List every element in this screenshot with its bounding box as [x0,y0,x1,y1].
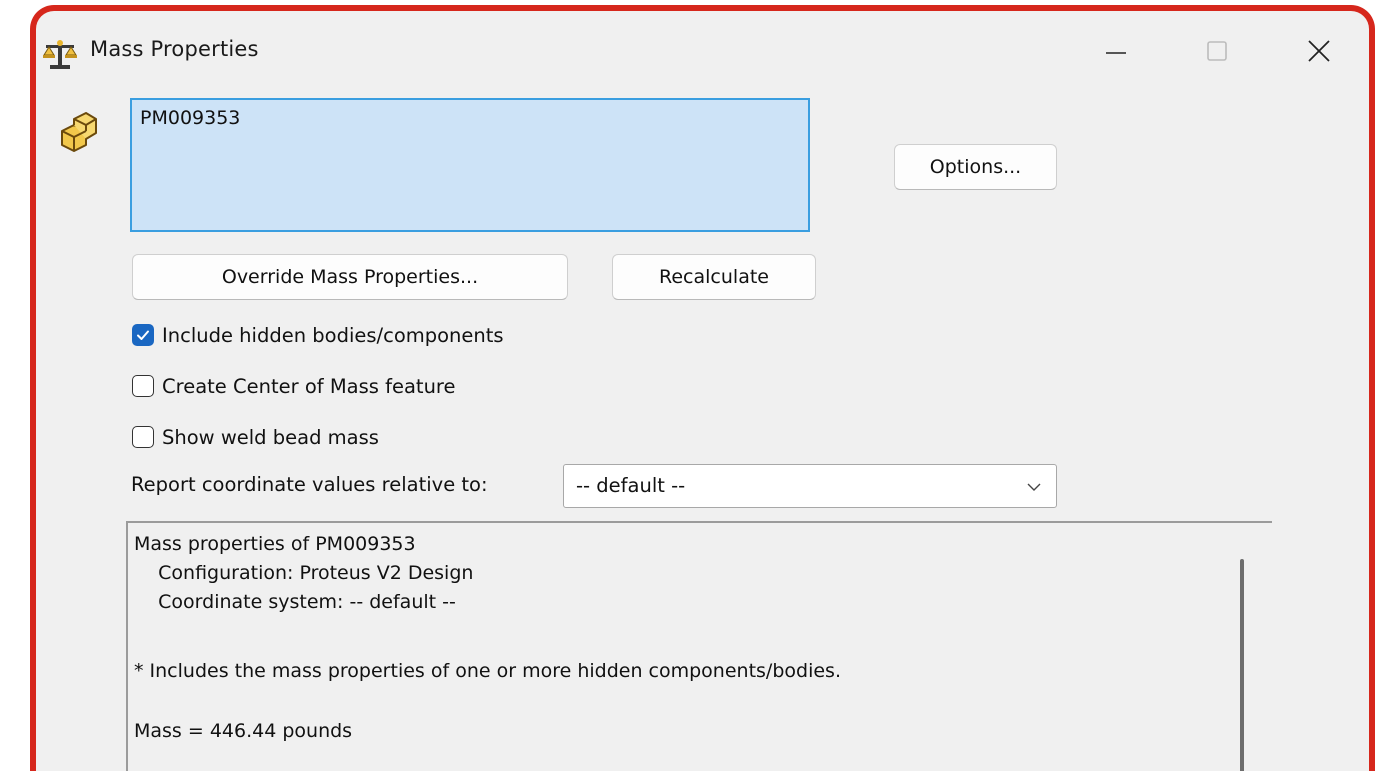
results-line: Mass = 446.44 pounds [134,720,353,742]
center-of-mass-label: Create Center of Mass feature [162,374,456,398]
close-icon [1308,40,1330,62]
results-line: * Includes the mass properties of one or… [134,660,841,682]
scale-icon [42,37,78,73]
center-of-mass-checkbox[interactable] [132,375,154,397]
mass-properties-dialog: Mass Properties PM009353 Options... Over… [30,5,1375,771]
minimize-button[interactable] [1088,29,1144,73]
coordinate-system-dropdown[interactable]: -- default -- [563,464,1057,508]
selected-items-box[interactable]: PM009353 [130,98,810,232]
mass-properties-results[interactable]: Mass properties of PM009353 Configuratio… [126,521,1272,771]
checkmark-icon [137,330,149,340]
results-scrollbar[interactable] [1240,559,1244,771]
chevron-down-icon [1027,483,1041,491]
include-hidden-checkbox-row[interactable]: Include hidden bodies/components [132,320,504,350]
override-mass-properties-button[interactable]: Override Mass Properties... [132,254,568,300]
center-of-mass-checkbox-row[interactable]: Create Center of Mass feature [132,371,456,401]
close-button[interactable] [1291,29,1347,73]
coordinate-system-value: -- default -- [576,474,686,497]
weld-bead-checkbox[interactable] [132,426,154,448]
weld-bead-checkbox-row[interactable]: Show weld bead mass [132,422,379,452]
selected-item[interactable]: PM009353 [140,107,240,129]
part-icon [56,111,100,155]
weld-bead-label: Show weld bead mass [162,425,379,449]
minimize-icon [1106,52,1126,54]
recalculate-button[interactable]: Recalculate [612,254,816,300]
title-bar[interactable]: Mass Properties [36,11,1369,91]
maximize-button[interactable] [1188,29,1244,73]
window-title: Mass Properties [90,37,259,61]
maximize-icon [1207,41,1227,61]
report-coordinate-label: Report coordinate values relative to: [131,473,488,496]
include-hidden-label: Include hidden bodies/components [162,323,504,347]
results-line: Configuration: Proteus V2 Design [134,562,474,584]
results-line: Coordinate system: -- default -- [134,591,456,613]
results-line: Mass properties of PM009353 [134,533,416,555]
include-hidden-checkbox[interactable] [132,324,154,346]
options-button[interactable]: Options... [894,144,1057,190]
